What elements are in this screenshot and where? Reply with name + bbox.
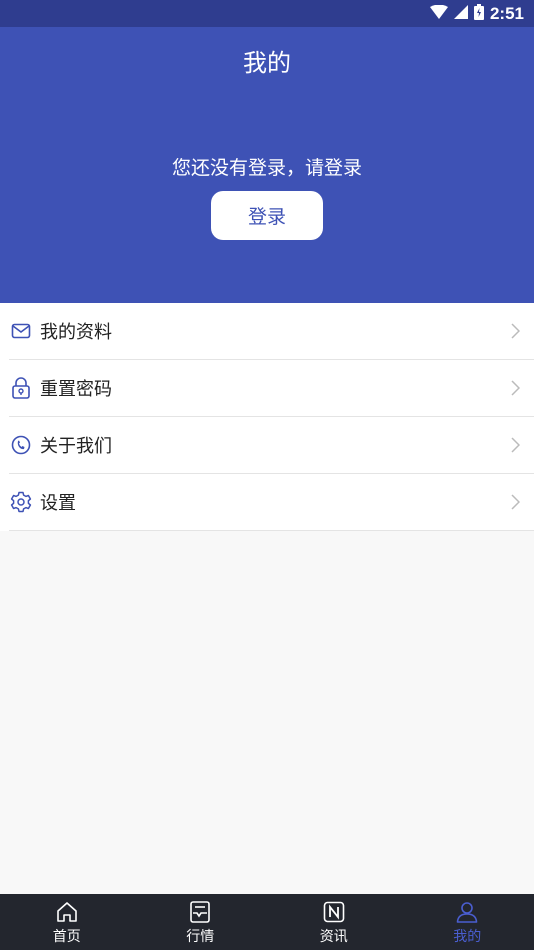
login-prompt: 您还没有登录，请登录 — [171, 157, 362, 179]
phone-icon — [10, 434, 32, 456]
menu-item-label: 设置 — [40, 493, 76, 514]
menu-item-label: 关于我们 — [40, 436, 112, 457]
wifi-icon — [429, 4, 448, 23]
tab-label: 资讯 — [319, 929, 348, 945]
tab-label: 首页 — [52, 929, 81, 945]
tab-label: 行情 — [186, 929, 215, 945]
status-icons: 2:51 — [429, 0, 524, 27]
login-button[interactable]: 登录 — [211, 191, 323, 240]
lock-icon — [10, 377, 32, 399]
menu-item-label: 我的资料 — [40, 322, 112, 343]
page-title: 我的 — [243, 49, 291, 77]
settings-menu: 我的资料 重置密码 关于我们 设置 — [0, 303, 534, 531]
signal-icon — [453, 4, 468, 23]
profile-header: 我的 您还没有登录，请登录 登录 — [0, 27, 534, 303]
tab-label: 我的 — [453, 929, 482, 945]
chevron-right-icon — [510, 437, 521, 457]
mail-icon — [10, 320, 32, 342]
chevron-right-icon — [510, 380, 521, 400]
chevron-right-icon — [510, 323, 521, 343]
tab-mine[interactable]: 我的 — [401, 894, 534, 950]
chevron-right-icon — [510, 494, 521, 514]
user-icon — [455, 900, 479, 924]
menu-item-profile[interactable]: 我的资料 — [9, 303, 534, 360]
market-icon — [188, 900, 212, 924]
news-icon — [322, 900, 346, 924]
status-bar: 2:51 — [0, 0, 534, 27]
battery-icon — [473, 3, 484, 24]
tab-news[interactable]: 资讯 — [267, 894, 401, 950]
gear-icon — [10, 491, 32, 513]
menu-item-reset-password[interactable]: 重置密码 — [9, 360, 534, 417]
menu-item-label: 重置密码 — [40, 379, 112, 400]
menu-item-about-us[interactable]: 关于我们 — [9, 417, 534, 474]
tab-market[interactable]: 行情 — [134, 894, 268, 950]
menu-item-settings[interactable]: 设置 — [9, 474, 534, 531]
status-time: 2:51 — [489, 3, 524, 23]
tab-home[interactable]: 首页 — [0, 894, 134, 950]
home-icon — [55, 900, 79, 924]
bottom-tab-bar: 首页 行情 资讯 我的 — [0, 894, 534, 950]
